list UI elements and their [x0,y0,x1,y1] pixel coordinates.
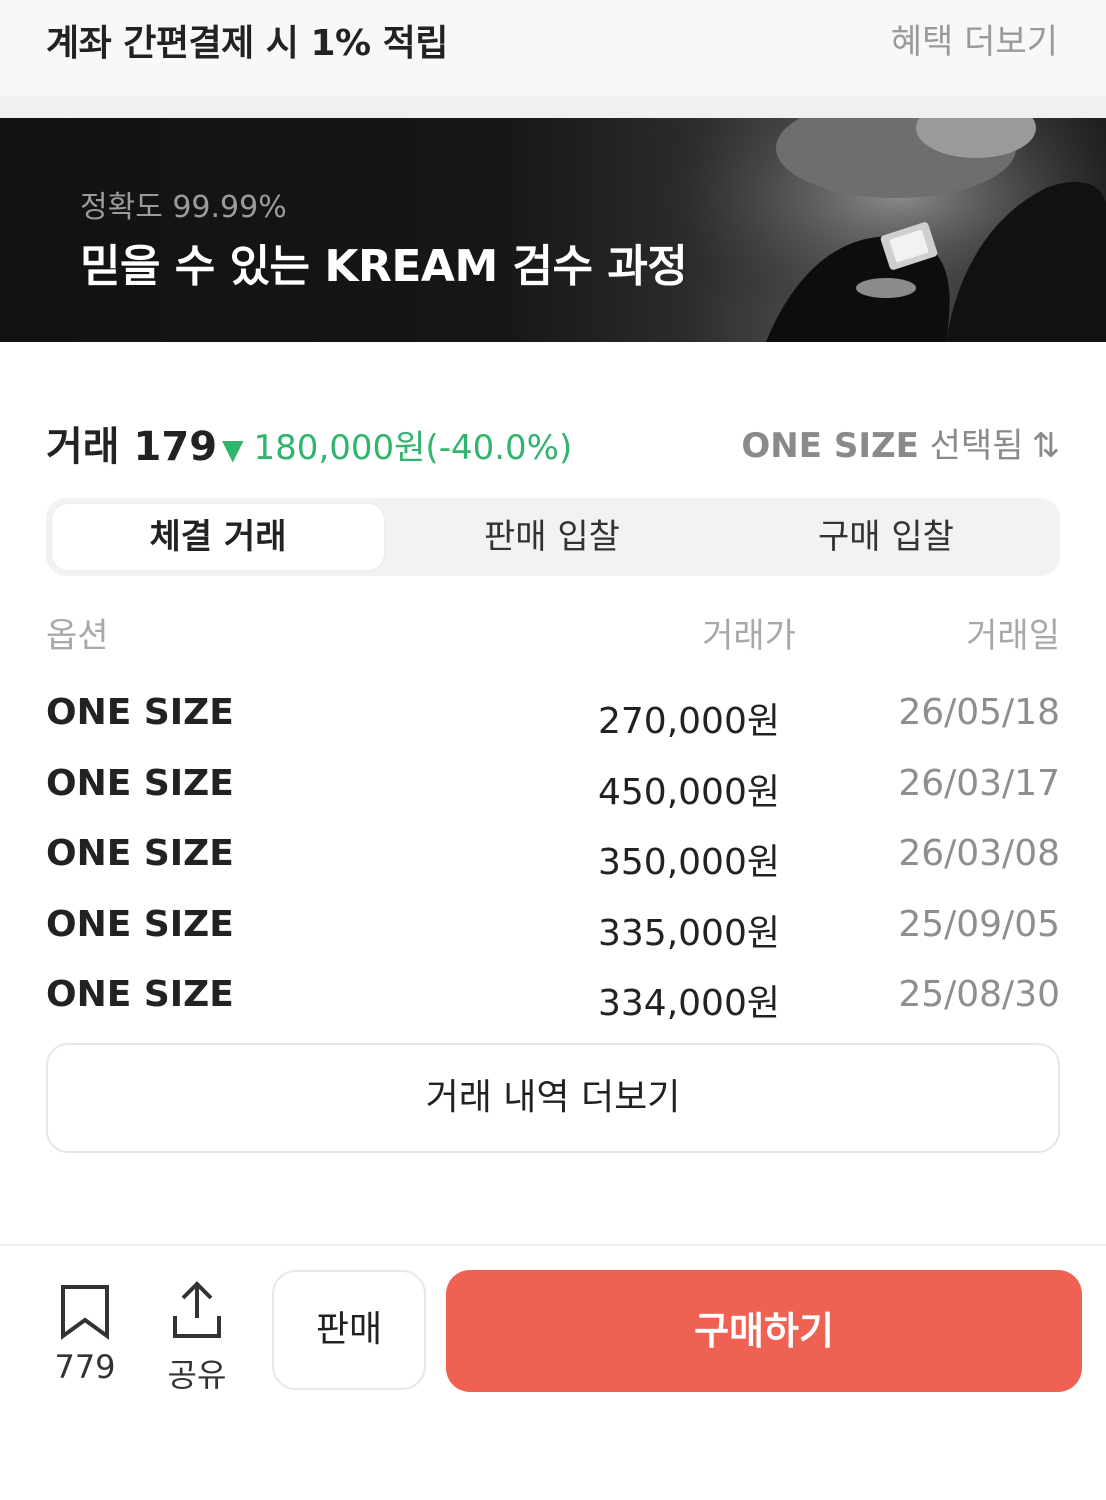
table-row: ONE SIZE 270,000원 26/05/18 [46,668,1060,742]
row-price: 334,000원 [598,983,780,1024]
row-price: 335,000원 [598,912,780,954]
row-option: ONE SIZE [46,974,234,1015]
price-change-value: 180,000원(-40.0%) [253,428,573,468]
bookmark-count: 779 [54,1348,116,1386]
more-trades-button[interactable]: 거래 내역 더보기 [46,1043,1060,1153]
row-date: 26/05/18 [898,692,1060,733]
trade-header: 거래 179 ▼ 180,000원(-40.0%) ONE SIZE 선택됨 ⇅ [46,410,1060,470]
row-option: ONE SIZE [46,903,234,945]
trade-tabs: 체결 거래 판매 입찰 구매 입찰 [46,498,1060,576]
row-date: 26/03/17 [898,762,1060,804]
header-date: 거래일 [966,616,1060,656]
header-option: 옵션 [46,616,109,656]
trade-count-title: 거래 179 [46,424,218,470]
trade-table: 옵션 거래가 거래일 ONE SIZE 270,000원 26/05/18 ON… [46,608,1060,1024]
bookmark-icon [61,1285,109,1340]
row-price: 350,000원 [598,842,780,883]
inspection-banner[interactable]: 정확도 99.99% 믿을 수 있는 KREAM 검수 과정 [0,118,1106,342]
table-row: ONE SIZE 334,000원 25/08/30 [46,950,1060,1024]
row-date: 25/09/05 [898,903,1060,945]
buy-button[interactable]: 구매하기 [446,1270,1082,1392]
size-selected: ONE SIZE [741,426,919,466]
row-price: 270,000원 [598,701,780,742]
tab-sell-bids[interactable]: 판매 입찰 [386,504,718,570]
down-arrow-icon: ▼ [222,433,244,466]
sell-button[interactable]: 판매 [272,1270,426,1390]
table-row: ONE SIZE 350,000원 26/03/08 [46,809,1060,883]
row-option: ONE SIZE [46,833,234,874]
banner-image [646,118,1106,342]
bookmark-button[interactable]: 779 [40,1280,130,1390]
table-row: ONE SIZE 450,000원 26/03/17 [46,739,1060,813]
row-date: 26/03/08 [898,833,1060,874]
row-date: 25/08/30 [898,974,1060,1015]
table-row: ONE SIZE 335,000원 25/09/05 [46,880,1060,954]
share-label: 공유 [167,1356,227,1394]
share-button[interactable]: 공유 [152,1280,242,1394]
tab-buy-bids[interactable]: 구매 입찰 [720,504,1052,570]
banner-title: 믿을 수 있는 KREAM 검수 과정 [80,241,688,292]
banner-subtitle: 정확도 99.99% [80,190,287,225]
size-selector[interactable]: ONE SIZE 선택됨 ⇅ [741,418,1060,467]
table-header: 옵션 거래가 거래일 [46,608,1060,660]
promo-text: 계좌 간편결제 시 1% 적립 [46,23,448,64]
section-divider [0,96,1106,118]
row-price: 450,000원 [598,771,780,813]
promo-bar[interactable]: 계좌 간편결제 시 1% 적립 혜택 더보기 [0,0,1106,96]
size-selected-suffix: 선택됨 [929,426,1024,466]
sort-icon: ⇅ [1031,426,1061,466]
header-price: 거래가 [702,616,796,656]
share-icon [173,1281,221,1338]
bottom-bar-divider [0,1244,1106,1246]
benefits-more-link[interactable]: 혜택 더보기 [891,14,1058,63]
row-option: ONE SIZE [46,692,234,733]
price-change: ▼ 180,000원(-40.0%) [222,420,572,469]
tab-completed-trades[interactable]: 체결 거래 [52,504,384,570]
table-body: ONE SIZE 270,000원 26/05/18 ONE SIZE 450,… [46,668,1060,1024]
row-option: ONE SIZE [46,762,234,804]
